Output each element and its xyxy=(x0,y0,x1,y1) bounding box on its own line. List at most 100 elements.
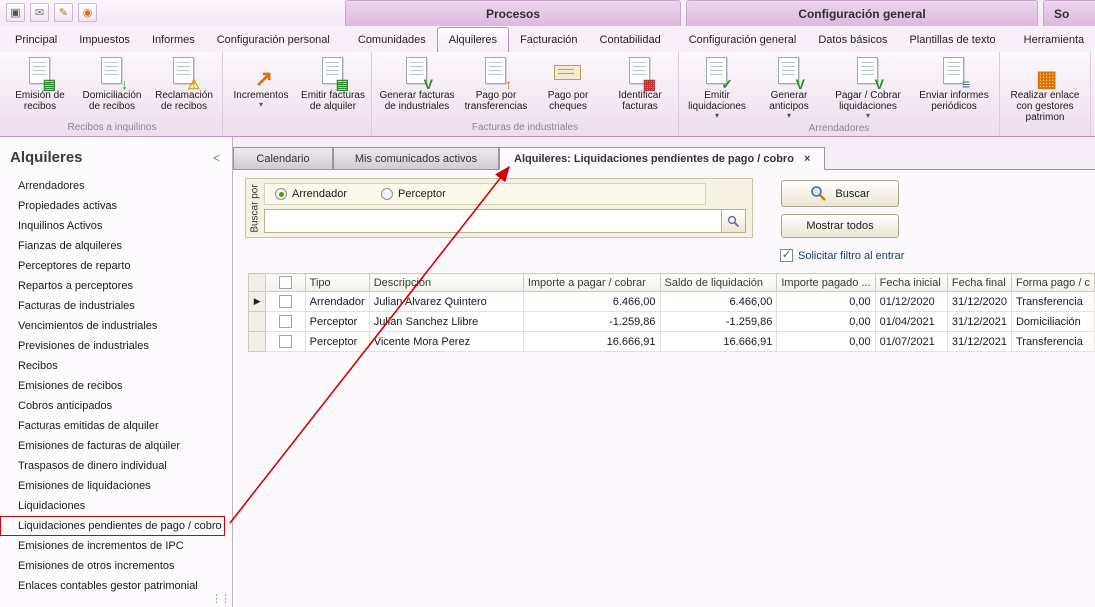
ribbon-button-label: Pagar / Cobrar liquidaciones xyxy=(826,90,910,112)
tab-liquidaciones-pendientes[interactable]: Alquileres: Liquidaciones pendientes de … xyxy=(499,147,825,170)
ribbon-tab-comunidades[interactable]: Comunidades xyxy=(347,28,437,52)
ribbon-tab-plantillas-de-texto[interactable]: Plantillas de texto xyxy=(898,28,1006,52)
sidebar-item-traspasos-dinero-individual[interactable]: Traspasos de dinero individual xyxy=(0,456,232,476)
cell-pagado: 0,00 xyxy=(777,332,875,352)
sidebar-item-repartos-perceptores[interactable]: Repartos a perceptores xyxy=(0,276,232,296)
column-header-descripcion[interactable]: Descripción xyxy=(369,274,523,292)
ribbon-tab-datos-basicos[interactable]: Datos básicos xyxy=(807,28,898,52)
ribbon-button-enviar-informes-periodicos[interactable]: ≡ Enviar informes periódicos xyxy=(911,54,997,122)
column-header-forma-pago[interactable]: Forma pago / c xyxy=(1011,274,1094,292)
ribbon-tab-alquileres[interactable]: Alquileres xyxy=(437,27,509,52)
ribbon-button-label: Realizar enlace con gestores patrimon xyxy=(1003,90,1087,123)
column-header-tipo[interactable]: Tipo xyxy=(305,274,369,292)
select-all-checkbox[interactable] xyxy=(266,274,305,292)
ribbon-tab-impuestos[interactable]: Impuestos xyxy=(68,28,141,52)
ribbon-tab-informes[interactable]: Informes xyxy=(141,28,206,52)
emision-recibos-icon: ▤ xyxy=(23,56,57,88)
ribbon-button-identificar-facturas[interactable]: ▦ Identificar facturas xyxy=(604,54,676,121)
screenshot-icon[interactable]: ▣ xyxy=(6,3,25,22)
close-icon[interactable]: × xyxy=(794,153,810,165)
column-header-fecha-final[interactable]: Fecha final xyxy=(947,274,1011,292)
table-row[interactable]: Perceptor Vicente Mora Perez 16.666,91 1… xyxy=(249,332,1095,352)
sidebar-resize-handle[interactable]: ⋮⋮ xyxy=(211,592,229,605)
ribbon-button-reclamacion-recibos[interactable]: ⚠ Reclamación de recibos xyxy=(148,54,220,121)
radio-perceptor[interactable]: Perceptor xyxy=(381,188,446,200)
emitir-liquidaciones-icon: ✓ xyxy=(700,56,734,88)
ribbon-button-emitir-facturas-alquiler[interactable]: ▤ Emitir facturas de alquiler xyxy=(297,54,369,121)
sidebar-item-facturas-emitidas-alquiler[interactable]: Facturas emitidas de alquiler xyxy=(0,416,232,436)
reclamacion-recibos-icon: ⚠ xyxy=(167,56,201,88)
sidebar-item-recibos[interactable]: Recibos xyxy=(0,356,232,376)
ribbon-button-realizar-enlace-gestores[interactable]: ▦ Realizar enlace con gestores patrimon xyxy=(1002,54,1088,125)
table-row[interactable]: ▶ Arrendador Julian Alvarez Quintero 6.4… xyxy=(249,292,1095,312)
ribbon-button-domiciliacion-recibos[interactable]: ↓ Domiciliación de recibos xyxy=(76,54,148,121)
sidebar-item-emisiones-incrementos-ipc[interactable]: Emisiones de incrementos de IPC xyxy=(0,536,232,556)
sidebar-item-facturas-industriales[interactable]: Facturas de industriales xyxy=(0,296,232,316)
ribbon-group-enlace: ▦ Realizar enlace con gestores patrimon xyxy=(1000,52,1091,136)
column-header-pagado[interactable]: Importe pagado ... xyxy=(777,274,875,292)
search-input[interactable] xyxy=(264,209,722,233)
sidebar-item-perceptores-reparto[interactable]: Perceptores de reparto xyxy=(0,256,232,276)
row-checkbox[interactable] xyxy=(266,292,305,312)
cell-fecha-final: 31/12/2021 xyxy=(947,332,1011,352)
ribbon-tab-contabilidad[interactable]: Contabilidad xyxy=(589,28,672,52)
column-header-importe[interactable]: Importe a pagar / cobrar xyxy=(523,274,660,292)
ribbon-button-generar-facturas-industriales[interactable]: V Generar facturas de industriales xyxy=(374,54,460,121)
sidebar-item-fianzas-alquileres[interactable]: Fianzas de alquileres xyxy=(0,236,232,256)
ribbon-button-pago-transferencias[interactable]: ↑ Pago por transferencias xyxy=(460,54,532,121)
cell-tipo: Perceptor xyxy=(305,332,369,352)
row-checkbox[interactable] xyxy=(266,312,305,332)
context-group-soporte: So xyxy=(1043,0,1095,26)
ribbon-tab-configuracion-personal[interactable]: Configuración personal xyxy=(206,28,341,52)
search-icon xyxy=(810,185,827,202)
chevron-down-icon: ▾ xyxy=(259,101,263,109)
sidebar-item-enlaces-contables[interactable]: Enlaces contables gestor patrimonial xyxy=(0,576,232,596)
sidebar-item-emisiones-liquidaciones[interactable]: Emisiones de liquidaciones xyxy=(0,476,232,496)
chevron-down-icon: ▾ xyxy=(866,112,870,120)
title-bar: ▣ ✉ ✎ ◉ Procesos Configuración general S… xyxy=(0,0,1095,26)
generar-anticipos-icon: V xyxy=(772,56,806,88)
search-lookup-button[interactable] xyxy=(722,209,746,233)
ribbon-button-emitir-liquidaciones[interactable]: ✓ Emitir liquidaciones ▾ xyxy=(681,54,753,122)
feed-icon[interactable]: ◉ xyxy=(78,3,97,22)
sidebar-item-emisiones-recibos[interactable]: Emisiones de recibos xyxy=(0,376,232,396)
cell-fecha-inicial: 01/07/2021 xyxy=(875,332,947,352)
ribbon-button-generar-anticipos[interactable]: V Generar anticipos ▾ xyxy=(753,54,825,122)
sidebar-item-liquidaciones[interactable]: Liquidaciones xyxy=(0,496,232,516)
sidebar-item-vencimientos-industriales[interactable]: Vencimientos de industriales xyxy=(0,316,232,336)
buscar-button[interactable]: Buscar xyxy=(781,180,899,207)
sidebar-item-previsiones-industriales[interactable]: Previsiones de industriales xyxy=(0,336,232,356)
mail-icon[interactable]: ✉ xyxy=(30,3,49,22)
tab-label: Calendario xyxy=(256,153,309,165)
sidebar-item-propiedades-activas[interactable]: Propiedades activas xyxy=(0,196,232,216)
ribbon-button-pagar-cobrar-liquidaciones[interactable]: V Pagar / Cobrar liquidaciones ▾ xyxy=(825,54,911,122)
sidebar-item-emisiones-facturas-alquiler[interactable]: Emisiones de facturas de alquiler xyxy=(0,436,232,456)
tab-mis-comunicados-activos[interactable]: Mis comunicados activos xyxy=(333,147,499,169)
filter-checkbox-row[interactable]: ✓ Solicitar filtro al entrar xyxy=(780,249,904,262)
ribbon-button-label: Emisión de recibos xyxy=(5,90,75,112)
table-row[interactable]: Perceptor Julian Sanchez Llibre -1.259,8… xyxy=(249,312,1095,332)
sidebar-item-inquilinos-activos[interactable]: Inquilinos Activos xyxy=(0,216,232,236)
ribbon-button-incrementos[interactable]: ↗ Incrementos ▾ xyxy=(225,54,297,121)
checkbox-checked-icon[interactable]: ✓ xyxy=(780,249,793,262)
sidebar-item-emisiones-otros-incrementos[interactable]: Emisiones de otros incrementos xyxy=(0,556,232,576)
column-header-fecha-inicial[interactable]: Fecha inicial xyxy=(875,274,947,292)
sidebar-item-arrendadores[interactable]: Arrendadores xyxy=(0,176,232,196)
row-checkbox[interactable] xyxy=(266,332,305,352)
ribbon-tab-herramientas[interactable]: Herramienta xyxy=(1013,28,1095,52)
cell-fecha-final: 31/12/2021 xyxy=(947,312,1011,332)
tab-calendario[interactable]: Calendario xyxy=(233,147,333,169)
sidebar-item-cobros-anticipados[interactable]: Cobros anticipados xyxy=(0,396,232,416)
ribbon-tab-principal[interactable]: Principal xyxy=(4,28,68,52)
context-group-procesos: Procesos xyxy=(345,0,681,26)
ribbon-button-pago-cheques[interactable]: Pago por cheques xyxy=(532,54,604,121)
radio-arrendador[interactable]: Arrendador xyxy=(275,188,347,200)
column-header-saldo[interactable]: Saldo de liquidación xyxy=(660,274,777,292)
ribbon-tab-facturacion[interactable]: Facturación xyxy=(509,28,588,52)
sidebar-item-liquidaciones-pendientes[interactable]: Liquidaciones pendientes de pago / cobro xyxy=(0,516,225,536)
mostrar-todos-button[interactable]: Mostrar todos xyxy=(781,214,899,238)
sidebar-collapse-button[interactable]: < xyxy=(213,151,220,165)
edit-note-icon[interactable]: ✎ xyxy=(54,3,73,22)
ribbon-button-emision-recibos[interactable]: ▤ Emisión de recibos xyxy=(4,54,76,121)
ribbon-tab-configuracion-general[interactable]: Configuración general xyxy=(678,28,808,52)
